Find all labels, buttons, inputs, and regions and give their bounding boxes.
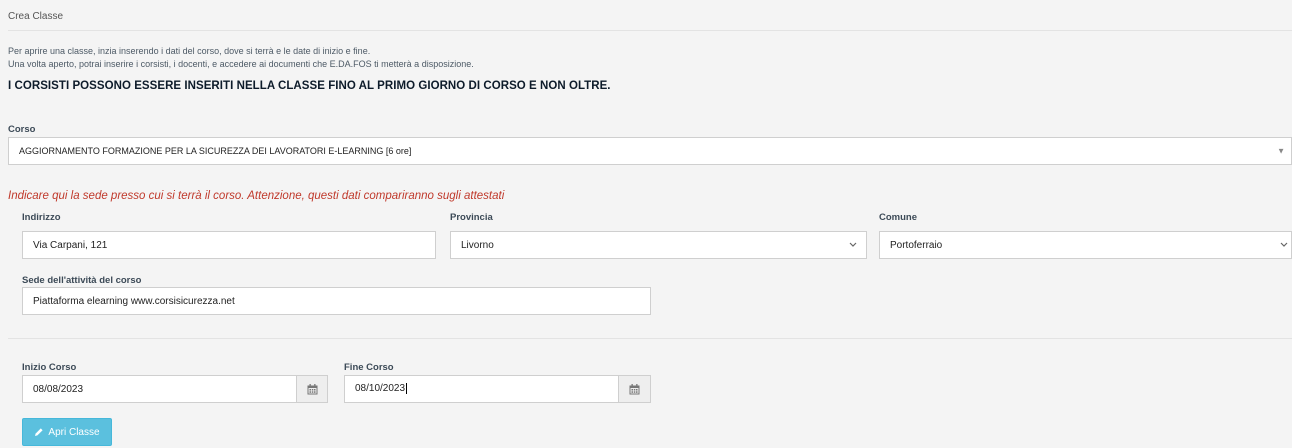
fine-corso-label: Fine Corso [344, 362, 394, 373]
calendar-icon [307, 383, 317, 394]
section-divider [8, 338, 1292, 339]
corso-selected-value: AGGIORNAMENTO FORMAZIONE PER LA SICUREZZ… [19, 146, 412, 156]
chevron-down-icon [1280, 242, 1288, 247]
fine-calendar-button[interactable] [619, 375, 651, 403]
pencil-icon [35, 428, 44, 436]
inizio-corso-label: Inizio Corso [22, 362, 77, 373]
caret-down-icon: ▼ [1277, 146, 1285, 156]
sede-attivita-value: Piattaforma elearning www.corsisicurezza… [33, 295, 235, 307]
sede-attivita-input[interactable]: Piattaforma elearning www.corsisicurezza… [22, 287, 651, 315]
comune-select[interactable]: Portoferraio [879, 231, 1292, 259]
provincia-label: Provincia [450, 212, 493, 223]
corso-select[interactable]: AGGIORNAMENTO FORMAZIONE PER LA SICUREZZ… [8, 137, 1292, 165]
apri-classe-label: Apri Classe [48, 426, 100, 438]
fine-corso-value: 08/10/2023 [355, 383, 618, 395]
calendar-icon [629, 383, 640, 394]
title-divider [8, 30, 1292, 31]
apri-classe-button[interactable]: Apri Classe [22, 418, 112, 446]
sede-attivita-label: Sede dell'attività del corso [22, 275, 142, 286]
corso-label: Corso [8, 124, 36, 135]
comune-label: Comune [879, 212, 917, 223]
intro-line-2: Una volta aperto, potrai inserire i cors… [8, 59, 474, 69]
inizio-corso-input[interactable]: 08/08/2023 [22, 375, 297, 403]
chevron-down-icon [849, 242, 857, 247]
indirizzo-label: Indirizzo [22, 212, 61, 223]
crea-classe-panel: Crea Classe Per aprire una classe, inzia… [0, 0, 1292, 448]
indirizzo-value: Via Carpani, 121 [33, 239, 108, 251]
inizio-corso-value: 08/08/2023 [33, 383, 84, 395]
enrollment-warning: I CORSISTI POSSONO ESSERE INSERITI NELLA… [8, 80, 611, 92]
panel-title: Crea Classe [8, 11, 64, 22]
provincia-value: Livorno [461, 239, 494, 251]
inizio-calendar-button[interactable] [297, 375, 328, 403]
comune-value: Portoferraio [890, 239, 943, 251]
text-cursor [406, 383, 408, 395]
provincia-select[interactable]: Livorno [450, 231, 867, 259]
fine-corso-input[interactable]: 08/10/2023 [344, 375, 619, 403]
fine-corso-text: 08/10/2023 [355, 383, 406, 395]
intro-line-1: Per aprire una classe, inzia inserendo i… [8, 46, 371, 56]
sede-note: Indicare qui la sede presso cui si terrà… [8, 190, 505, 202]
indirizzo-input[interactable]: Via Carpani, 121 [22, 231, 436, 259]
